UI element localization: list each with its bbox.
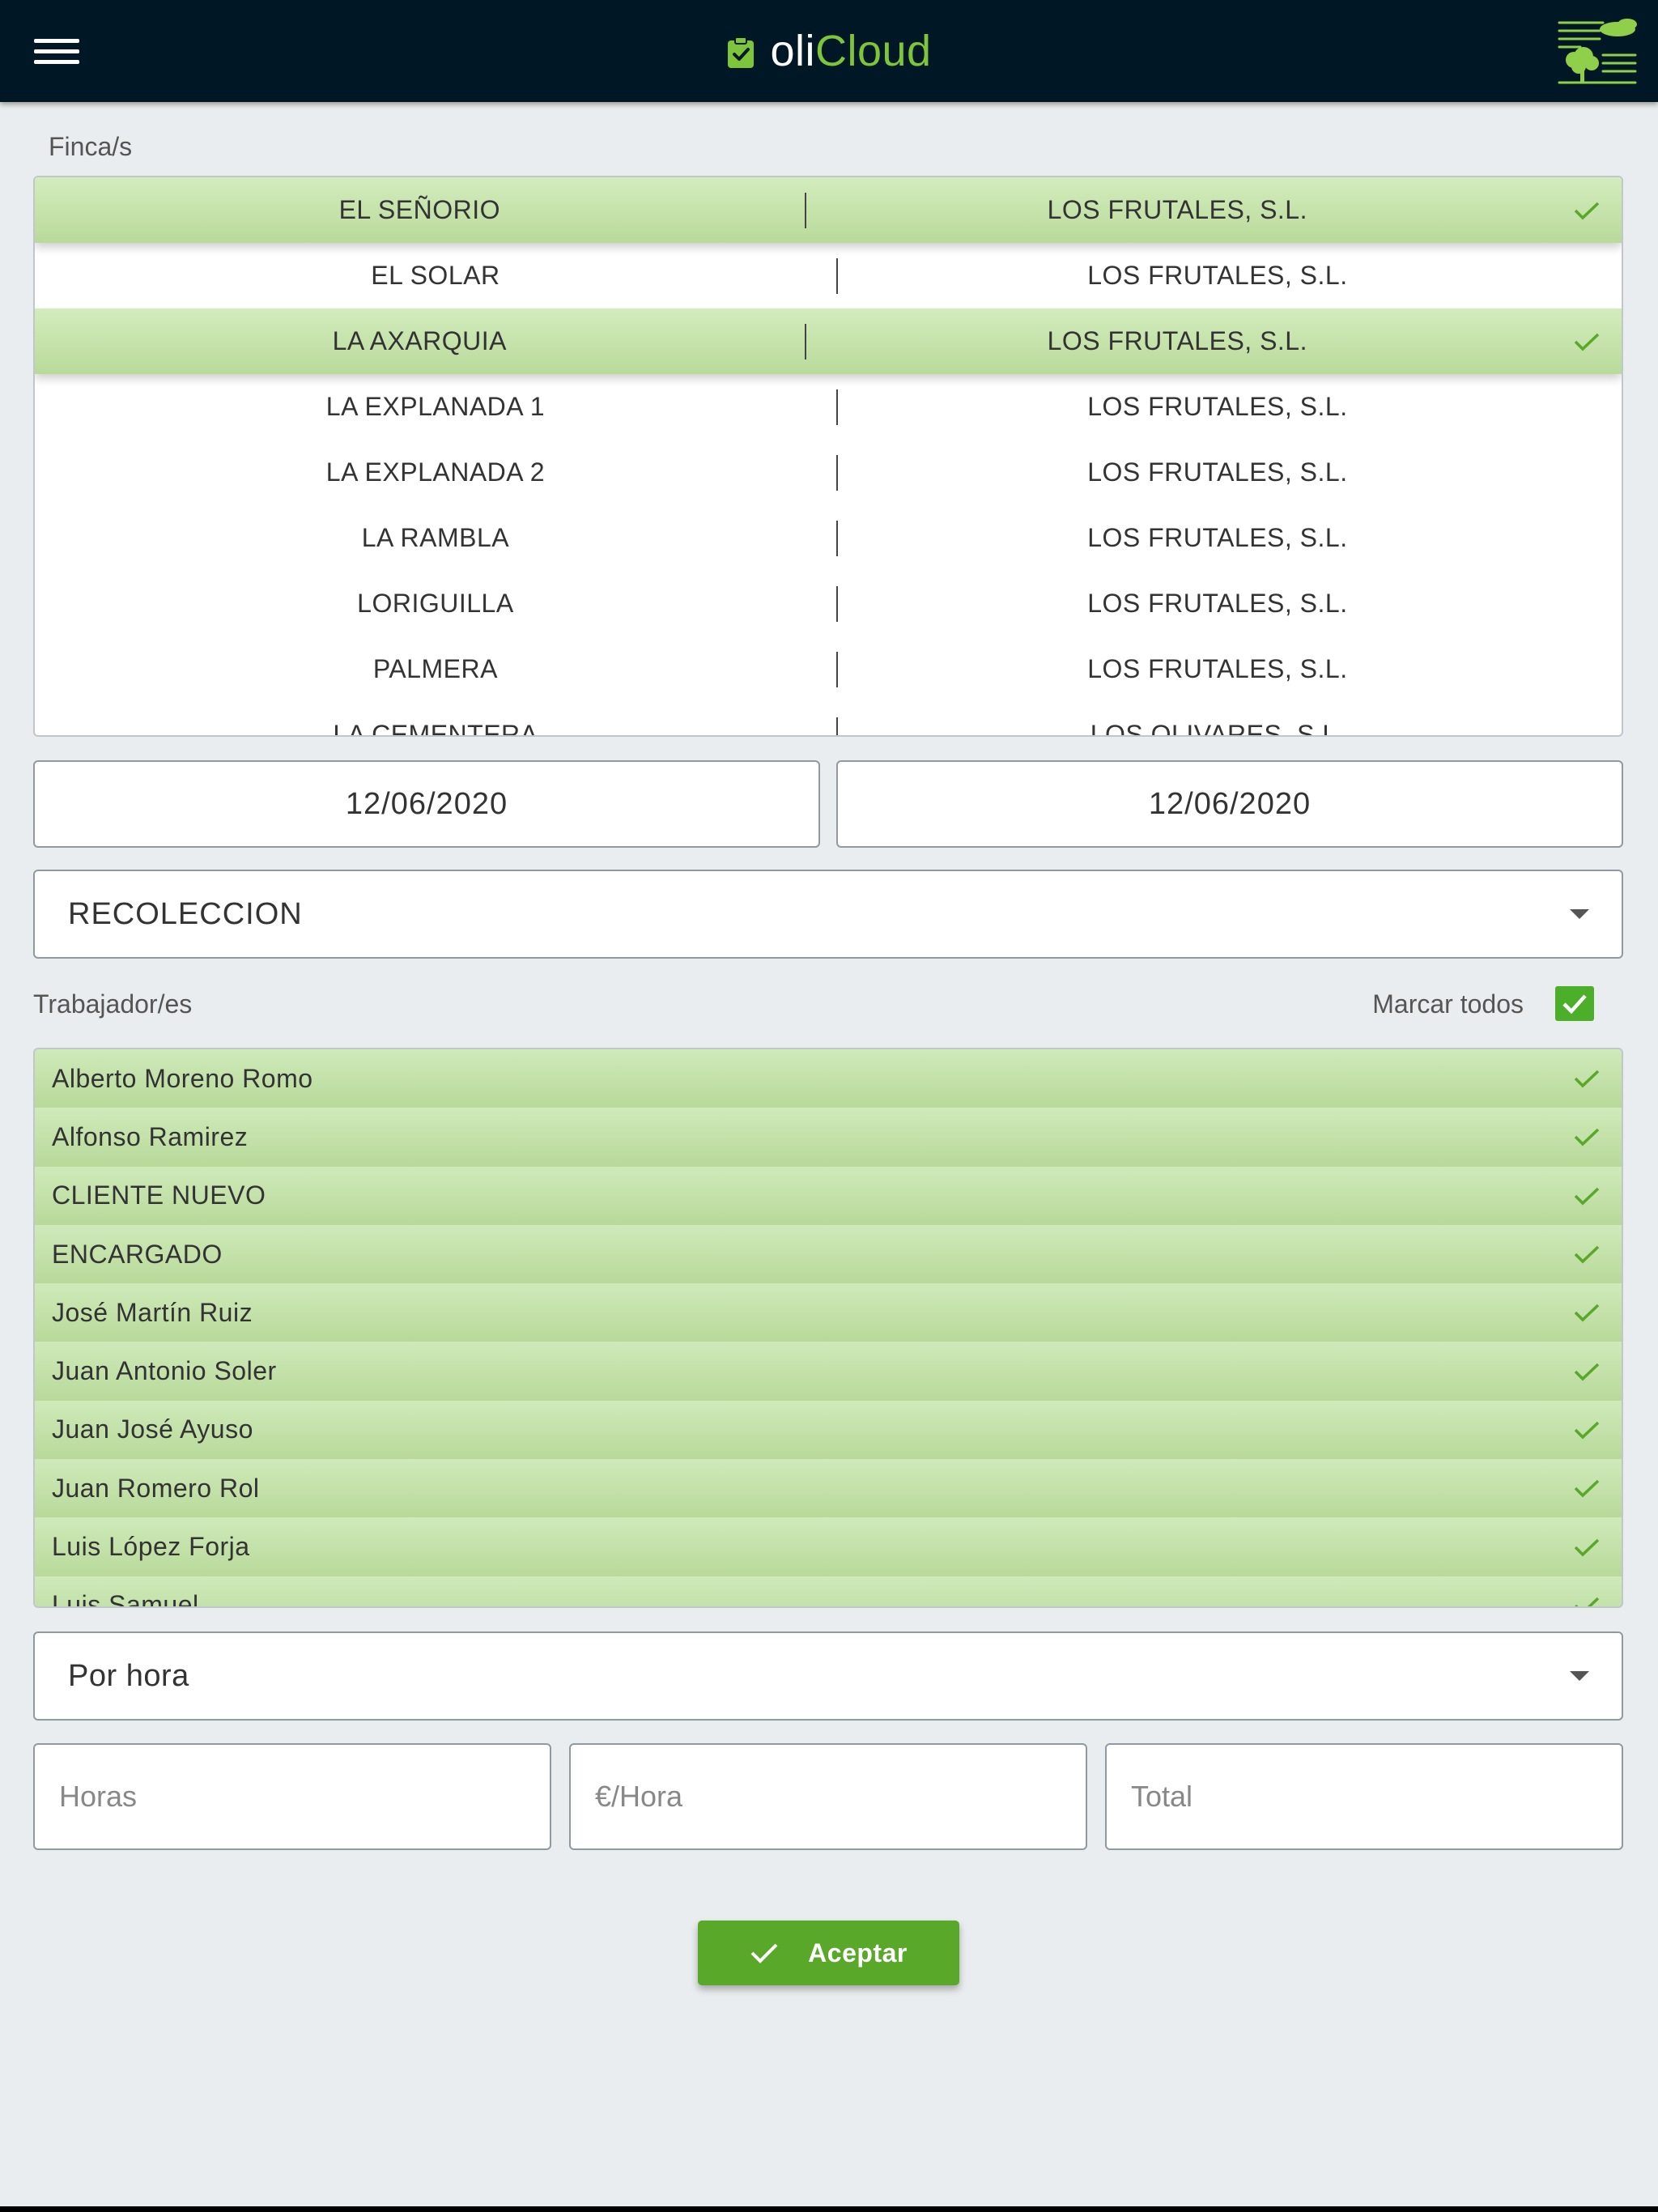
check-icon <box>1574 1363 1600 1381</box>
finca-row[interactable]: LA CEMENTERA LOS OLIVARES, S.L. <box>35 702 1622 737</box>
finca-row[interactable]: LA RAMBLA LOS FRUTALES, S.L. <box>35 505 1622 571</box>
bottom-edge <box>0 2206 1658 2212</box>
rate-per-hour-input[interactable] <box>569 1743 1087 1850</box>
payment-type-select[interactable]: Por hora <box>33 1631 1623 1721</box>
worker-name: Juan José Ayuso <box>52 1414 253 1444</box>
finca-name: EL SOLAR <box>371 261 500 290</box>
worker-name: Luis Samuel <box>52 1590 199 1608</box>
finca-row[interactable]: LA EXPLANADA 2 LOS FRUTALES, S.L. <box>35 440 1622 505</box>
worker-name: Alberto Moreno Romo <box>52 1063 313 1093</box>
brand-name-prefix: oli <box>770 27 815 75</box>
finca-company: LOS FRUTALES, S.L. <box>1087 457 1348 487</box>
check-icon <box>1574 1538 1600 1556</box>
finca-name: LA AXARQUIA <box>332 326 507 355</box>
finca-name: LA RAMBLA <box>361 523 510 552</box>
worker-row[interactable]: ENCARGADO <box>35 1224 1622 1284</box>
check-icon <box>1574 1187 1600 1206</box>
brand-name-suffix: Cloud <box>814 27 932 75</box>
check-icon <box>1574 1304 1600 1322</box>
finca-row[interactable]: EL SOLAR LOS FRUTALES, S.L. <box>35 243 1622 308</box>
check-icon <box>1574 1129 1600 1146</box>
worker-row[interactable]: Juan Romero Rol <box>35 1459 1622 1518</box>
worker-name: Juan Romero Rol <box>52 1473 260 1503</box>
select-all-label: Marcar todos <box>1372 989 1524 1019</box>
check-icon <box>1574 1479 1600 1498</box>
workers-label: Trabajador/es <box>33 989 193 1019</box>
finca-row[interactable]: PALMERA LOS FRUTALES, S.L. <box>35 636 1622 702</box>
worker-row[interactable]: José Martín Ruiz <box>35 1283 1622 1342</box>
worker-name: Luis López Forja <box>52 1532 250 1562</box>
finca-name: PALMERA <box>372 654 498 683</box>
hours-input[interactable] <box>33 1743 551 1850</box>
worker-name: CLIENTE NUEVO <box>52 1180 266 1210</box>
worker-row[interactable]: Luis López Forja <box>35 1517 1622 1576</box>
finca-company: LOS FRUTALES, S.L. <box>1087 261 1348 290</box>
trees-clouds-icon <box>1558 19 1637 84</box>
worker-name: ENCARGADO <box>52 1239 223 1269</box>
check-icon <box>1574 333 1600 351</box>
finca-row[interactable]: LA AXARQUIA LOS FRUTALES, S.L. <box>35 308 1622 374</box>
chevron-down-icon <box>1570 909 1589 919</box>
finca-company: LOS FRUTALES, S.L. <box>1087 654 1348 683</box>
finca-company: LOS OLIVARES, S.L. <box>1090 720 1346 737</box>
date-from-field[interactable]: 12/06/2020 <box>33 760 820 848</box>
check-icon <box>1574 202 1600 219</box>
task-select-value: RECOLECCION <box>68 896 303 931</box>
checkmark-icon <box>1562 994 1587 1015</box>
app-brand: oli Cloud <box>0 0 1658 102</box>
finca-name: EL SEÑORIO <box>338 195 500 224</box>
total-input[interactable] <box>1105 1743 1623 1850</box>
worker-row[interactable]: Juan Antonio Soler <box>35 1342 1622 1401</box>
top-app-bar: oli Cloud <box>0 0 1658 102</box>
worker-row[interactable]: Alberto Moreno Romo <box>35 1049 1622 1108</box>
worker-list[interactable]: Alberto Moreno Romo Alfonso Ramirez CLIE… <box>33 1048 1623 1608</box>
finca-row[interactable]: LA EXPLANADA 1 LOS FRUTALES, S.L. <box>35 374 1622 440</box>
finca-list[interactable]: EL SEÑORIO LOS FRUTALES, S.L. EL SOLAR L… <box>33 176 1623 737</box>
fincas-label: Finca/s <box>49 132 133 161</box>
check-icon <box>1574 1070 1600 1088</box>
worker-row[interactable]: CLIENTE NUEVO <box>35 1166 1622 1225</box>
clipboard-check-icon <box>728 36 755 68</box>
check-icon <box>1574 1245 1600 1264</box>
date-to-field[interactable]: 12/06/2020 <box>836 760 1623 848</box>
finca-company: LOS FRUTALES, S.L. <box>1047 326 1307 355</box>
payment-type-value: Por hora <box>68 1658 189 1693</box>
worker-name: Alfonso Ramirez <box>52 1121 249 1151</box>
check-icon <box>750 1943 778 1963</box>
finca-name: LA EXPLANADA 1 <box>325 392 546 421</box>
worker-row[interactable]: Juan José Ayuso <box>35 1400 1622 1460</box>
worker-name: José Martín Ruiz <box>52 1297 253 1327</box>
accept-button[interactable]: Aceptar <box>698 1921 959 1985</box>
check-icon <box>1574 1597 1600 1606</box>
finca-row[interactable]: EL SEÑORIO LOS FRUTALES, S.L. <box>35 177 1622 243</box>
check-icon <box>1574 1421 1600 1440</box>
task-select[interactable]: RECOLECCION <box>33 870 1623 959</box>
finca-company: LOS FRUTALES, S.L. <box>1087 392 1348 421</box>
finca-company: LOS FRUTALES, S.L. <box>1087 589 1348 618</box>
finca-name: LA CEMENTERA <box>333 720 538 737</box>
worker-row[interactable]: Luis Samuel <box>35 1576 1622 1608</box>
finca-company: LOS FRUTALES, S.L. <box>1047 195 1307 224</box>
select-all-checkbox[interactable] <box>1555 986 1594 1021</box>
finca-company: LOS FRUTALES, S.L. <box>1087 523 1348 552</box>
finca-name: LA EXPLANADA 2 <box>325 457 546 487</box>
worker-row[interactable]: Alfonso Ramirez <box>35 1108 1622 1167</box>
worker-name: Juan Antonio Soler <box>52 1356 277 1386</box>
chevron-down-icon <box>1570 1671 1589 1681</box>
finca-row[interactable]: LORIGUILLA LOS FRUTALES, S.L. <box>35 571 1622 636</box>
finca-name: LORIGUILLA <box>357 589 514 618</box>
accept-button-label: Aceptar <box>808 1938 908 1967</box>
